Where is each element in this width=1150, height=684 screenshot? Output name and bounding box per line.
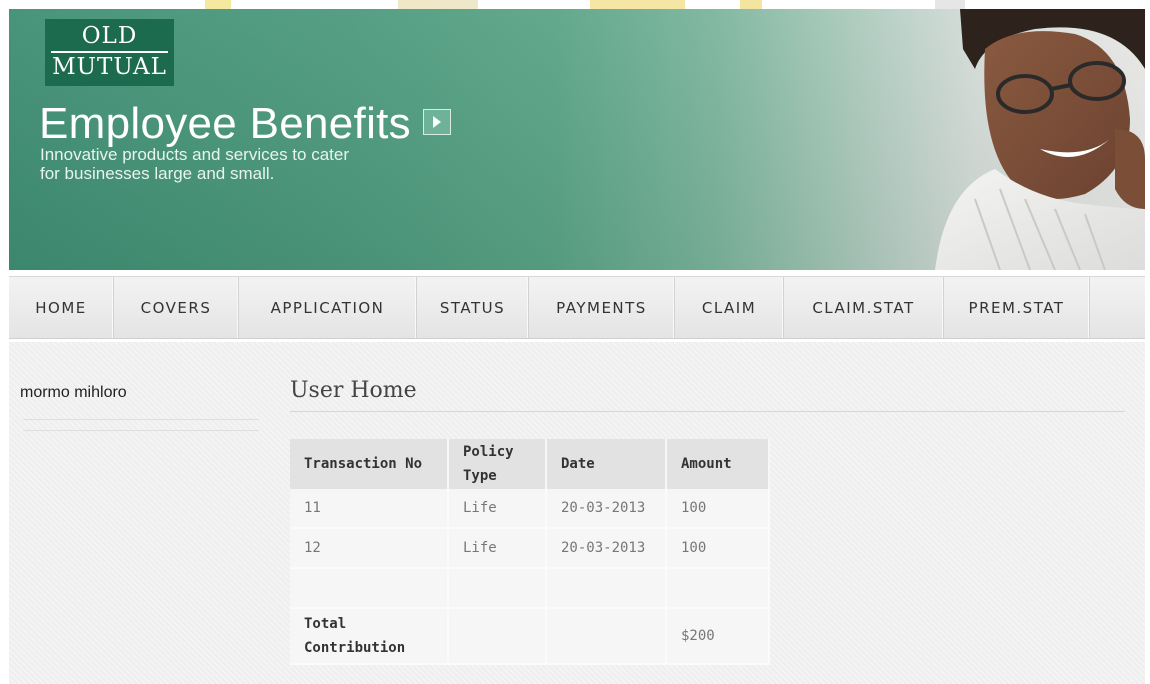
nav-item-claim-stat[interactable]: CLAIM.STAT xyxy=(784,277,944,338)
column-header-date: Date xyxy=(546,439,667,489)
table-row: 11 Life 20-03-2013 100 xyxy=(290,489,770,529)
old-mutual-logo[interactable]: OLD MUTUAL xyxy=(45,19,174,86)
nav-item-claim[interactable]: CLAIM xyxy=(675,277,784,338)
total-value: $200 xyxy=(666,608,770,665)
table-total-row: Total Contribution $200 xyxy=(290,608,770,665)
total-label: Total Contribution xyxy=(290,608,449,665)
table-cell xyxy=(546,568,667,609)
sidebar-username: mormo mihloro xyxy=(20,384,127,401)
page-title: User Home xyxy=(290,378,417,403)
nav-item-prem-stat[interactable]: PREM.STAT xyxy=(944,277,1090,338)
top-decor-strip xyxy=(0,0,1150,9)
table-cell xyxy=(546,608,667,665)
nav-item-covers[interactable]: COVERS xyxy=(114,277,239,338)
table-cell xyxy=(666,568,770,609)
title-divider xyxy=(290,411,1125,412)
column-header-amount: Amount xyxy=(666,439,770,489)
table-cell: 12 xyxy=(290,528,449,569)
woman-photo-image xyxy=(935,9,1145,270)
banner-subtitle-line2: for businesses large and small. xyxy=(40,164,275,183)
sidebar-divider xyxy=(23,430,259,431)
content-area: mormo mihloro User Home Transaction No P… xyxy=(9,342,1145,684)
header-banner: OLD MUTUAL Employee Benefits Innovative … xyxy=(9,9,1145,270)
table-cell: 20-03-2013 xyxy=(546,489,667,529)
table-cell xyxy=(448,568,547,609)
column-header-transaction-no: Transaction No xyxy=(290,439,449,489)
banner-title: Employee Benefits xyxy=(39,99,451,149)
table-cell xyxy=(290,568,449,609)
table-cell xyxy=(448,608,547,665)
nav-item-home[interactable]: HOME xyxy=(9,277,114,338)
sidebar-divider xyxy=(23,419,259,420)
table-cell: Life xyxy=(448,528,547,569)
table-cell: 11 xyxy=(290,489,449,529)
table-cell: 20-03-2013 xyxy=(546,528,667,569)
logo-line2: MUTUAL xyxy=(51,51,168,82)
column-header-policy-type: Policy Type xyxy=(448,439,547,489)
main-nav: HOME COVERS APPLICATION STATUS PAYMENTS … xyxy=(9,276,1145,339)
table-header-row: Transaction No Policy Type Date Amount xyxy=(290,439,770,489)
banner-subtitle-line1: Innovative products and services to cate… xyxy=(40,145,349,164)
table-row: 12 Life 20-03-2013 100 xyxy=(290,528,770,569)
nav-item-status[interactable]: STATUS xyxy=(417,277,529,338)
chevron-right-icon[interactable] xyxy=(422,109,451,136)
table-cell: 100 xyxy=(666,528,770,569)
nav-item-payments[interactable]: PAYMENTS xyxy=(529,277,675,338)
table-row-empty xyxy=(290,568,770,609)
banner-subtitle: Innovative products and services to cate… xyxy=(40,145,349,183)
table-cell: 100 xyxy=(666,489,770,529)
nav-item-application[interactable]: APPLICATION xyxy=(239,277,417,338)
banner-title-text: Employee Benefits xyxy=(39,99,411,148)
transactions-table: Transaction No Policy Type Date Amount 1… xyxy=(290,439,770,665)
logo-line1: OLD xyxy=(81,23,138,49)
table-cell: Life xyxy=(448,489,547,529)
